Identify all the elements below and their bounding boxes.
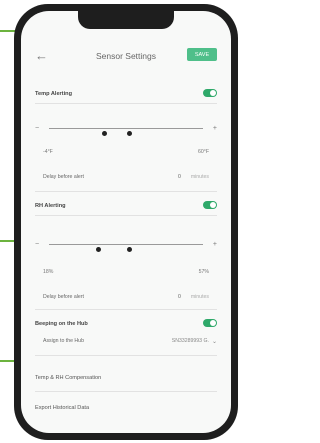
- rh-range-values: 18% 57%: [43, 269, 209, 279]
- plus-icon[interactable]: +: [213, 125, 217, 132]
- rh-range-slider[interactable]: − +: [35, 239, 217, 252]
- beeping-row: Beeping on the Hub: [35, 315, 217, 333]
- temp-delay-unit: minutes: [190, 174, 209, 180]
- rh-delay-value[interactable]: 0: [178, 294, 181, 300]
- toggle-knob: [210, 90, 216, 96]
- rh-delay-unit: minutes: [190, 294, 209, 300]
- rh-delay-row: Delay before alert 0 minutes: [43, 291, 209, 303]
- toggle-knob: [210, 202, 216, 208]
- plus-icon[interactable]: +: [213, 241, 217, 248]
- temp-delay-value[interactable]: 0: [178, 174, 181, 180]
- divider: [35, 103, 217, 104]
- temp-range-min: -4°F: [43, 149, 53, 155]
- rh-range-min: 18%: [43, 269, 54, 275]
- temp-high-handle[interactable]: [126, 131, 132, 136]
- assign-hub-label: Assign to the Hub: [43, 338, 84, 344]
- temp-alerting-row: Temp Alerting: [35, 85, 217, 103]
- beeping-toggle[interactable]: [203, 319, 217, 327]
- minus-icon[interactable]: −: [35, 125, 39, 132]
- save-button[interactable]: SAVE: [187, 48, 217, 61]
- rh-high-handle[interactable]: [126, 247, 132, 252]
- phone-screen: ← Sensor Settings SAVE Temp Alerting − +…: [21, 11, 231, 433]
- temp-delay-label: Delay before alert: [43, 174, 84, 180]
- export-label[interactable]: Export Historical Data: [35, 405, 89, 411]
- compensation-label[interactable]: Temp & RH Compensation: [35, 375, 101, 381]
- assign-hub-select[interactable]: SN33289993 G.: [172, 338, 209, 344]
- phone-frame: ← Sensor Settings SAVE Temp Alerting − +…: [14, 4, 238, 440]
- chevron-down-icon: ⌄: [211, 338, 217, 345]
- temp-low-handle[interactable]: [101, 131, 107, 136]
- temp-alerting-toggle[interactable]: [203, 89, 217, 97]
- rh-delay-label: Delay before alert: [43, 294, 84, 300]
- divider: [35, 191, 217, 192]
- toggle-knob: [210, 320, 216, 326]
- phone-notch: [78, 11, 174, 29]
- slider-track: [49, 128, 203, 136]
- divider: [35, 391, 217, 392]
- rh-alerting-toggle[interactable]: [203, 201, 217, 209]
- divider: [35, 309, 217, 310]
- temp-range-slider[interactable]: − +: [35, 123, 217, 136]
- temp-range-values: -4°F 60°F: [43, 149, 209, 159]
- minus-icon[interactable]: −: [35, 241, 39, 248]
- temp-alerting-label: Temp Alerting: [35, 91, 72, 97]
- compensation-row[interactable]: Temp & RH Compensation: [35, 369, 217, 387]
- temp-range-max: 60°F: [197, 149, 209, 155]
- assign-hub-row[interactable]: Assign to the Hub SN33289993 G. ⌄: [43, 335, 217, 347]
- rh-range-max: 57%: [198, 269, 209, 275]
- app-header: ← Sensor Settings SAVE: [21, 35, 231, 81]
- slider-track: [49, 244, 203, 252]
- export-row[interactable]: Export Historical Data: [35, 399, 217, 417]
- divider: [35, 355, 217, 356]
- rh-alerting-row: RH Alerting: [35, 197, 217, 215]
- divider: [35, 215, 217, 216]
- temp-delay-row: Delay before alert 0 minutes: [43, 171, 209, 183]
- rh-alerting-label: RH Alerting: [35, 203, 66, 209]
- beeping-label: Beeping on the Hub: [35, 321, 88, 327]
- rh-low-handle[interactable]: [95, 247, 101, 252]
